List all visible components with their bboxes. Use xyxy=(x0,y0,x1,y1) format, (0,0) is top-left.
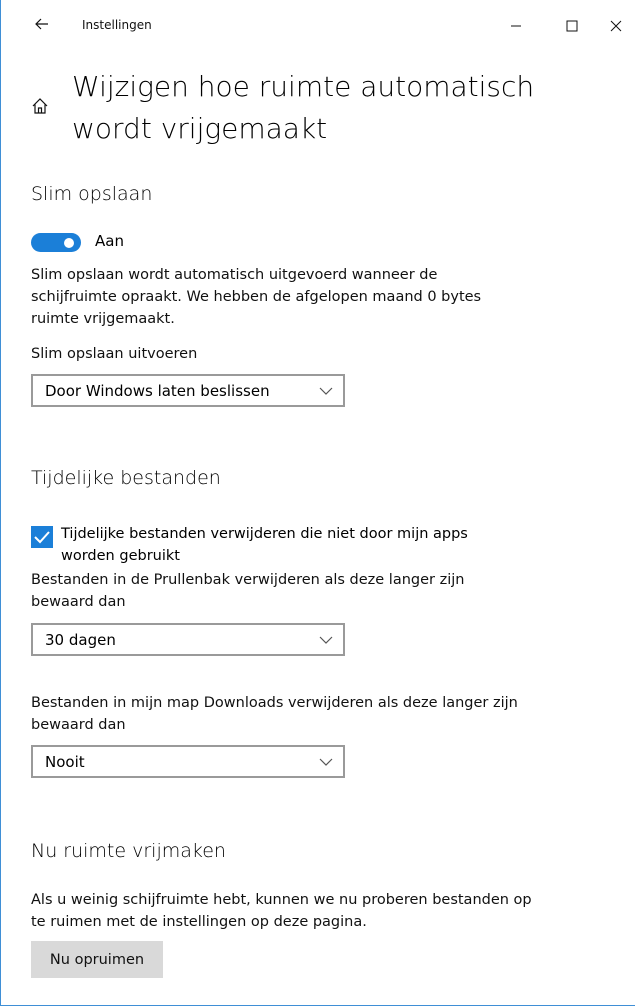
downloads-select[interactable]: Nooit xyxy=(31,745,345,778)
maximize-button[interactable] xyxy=(549,10,595,42)
minimize-icon xyxy=(511,25,521,27)
toggle-knob xyxy=(64,238,74,248)
downloads-label: Bestanden in mijn map Downloads verwijde… xyxy=(31,695,518,733)
arrow-left-icon[interactable] xyxy=(32,14,52,34)
recycle-bin-select[interactable]: 30 dagen xyxy=(31,623,345,656)
close-icon xyxy=(610,20,622,32)
delete-temp-files-label: Tijdelijke bestanden verwijderen die nie… xyxy=(61,526,468,564)
recycle-bin-label: Bestanden in de Prullenbak verwijderen a… xyxy=(31,572,465,610)
smart-storage-run-label: Slim opslaan uitvoeren xyxy=(31,346,198,362)
select-value: Nooit xyxy=(45,753,85,771)
smart-storage-toggle[interactable] xyxy=(31,233,81,252)
select-value: 30 dagen xyxy=(45,631,116,649)
free-now-description: Als u weinig schijfruimte hebt, kunnen w… xyxy=(31,892,532,930)
section-heading-temp-files: Tijdelijke bestanden xyxy=(31,467,221,489)
toggle-label: Aan xyxy=(95,232,124,250)
home-icon xyxy=(32,98,48,114)
chevron-down-icon xyxy=(319,758,333,766)
section-heading-free-now: Nu ruimte vrijmaken xyxy=(31,840,226,862)
delete-temp-files-checkbox[interactable] xyxy=(31,526,53,548)
title-bar: Instellingen xyxy=(0,0,636,52)
clean-now-button[interactable]: Nu opruimen xyxy=(31,941,163,978)
checkmark-icon xyxy=(34,531,50,544)
window-title: Instellingen xyxy=(82,18,152,32)
smart-storage-run-select[interactable]: Door Windows laten beslissen xyxy=(31,374,345,407)
section-heading-smart-storage: Slim opslaan xyxy=(31,183,153,205)
page-title: Wijzigen hoe ruimte automatisch wordt vr… xyxy=(72,70,535,145)
chevron-down-icon xyxy=(319,387,333,395)
minimize-button[interactable] xyxy=(493,10,539,42)
select-value: Door Windows laten beslissen xyxy=(45,382,270,400)
smart-storage-description: Slim opslaan wordt automatisch uitgevoer… xyxy=(31,267,482,327)
maximize-icon xyxy=(566,20,578,32)
chevron-down-icon xyxy=(319,636,333,644)
close-button[interactable] xyxy=(596,10,636,42)
